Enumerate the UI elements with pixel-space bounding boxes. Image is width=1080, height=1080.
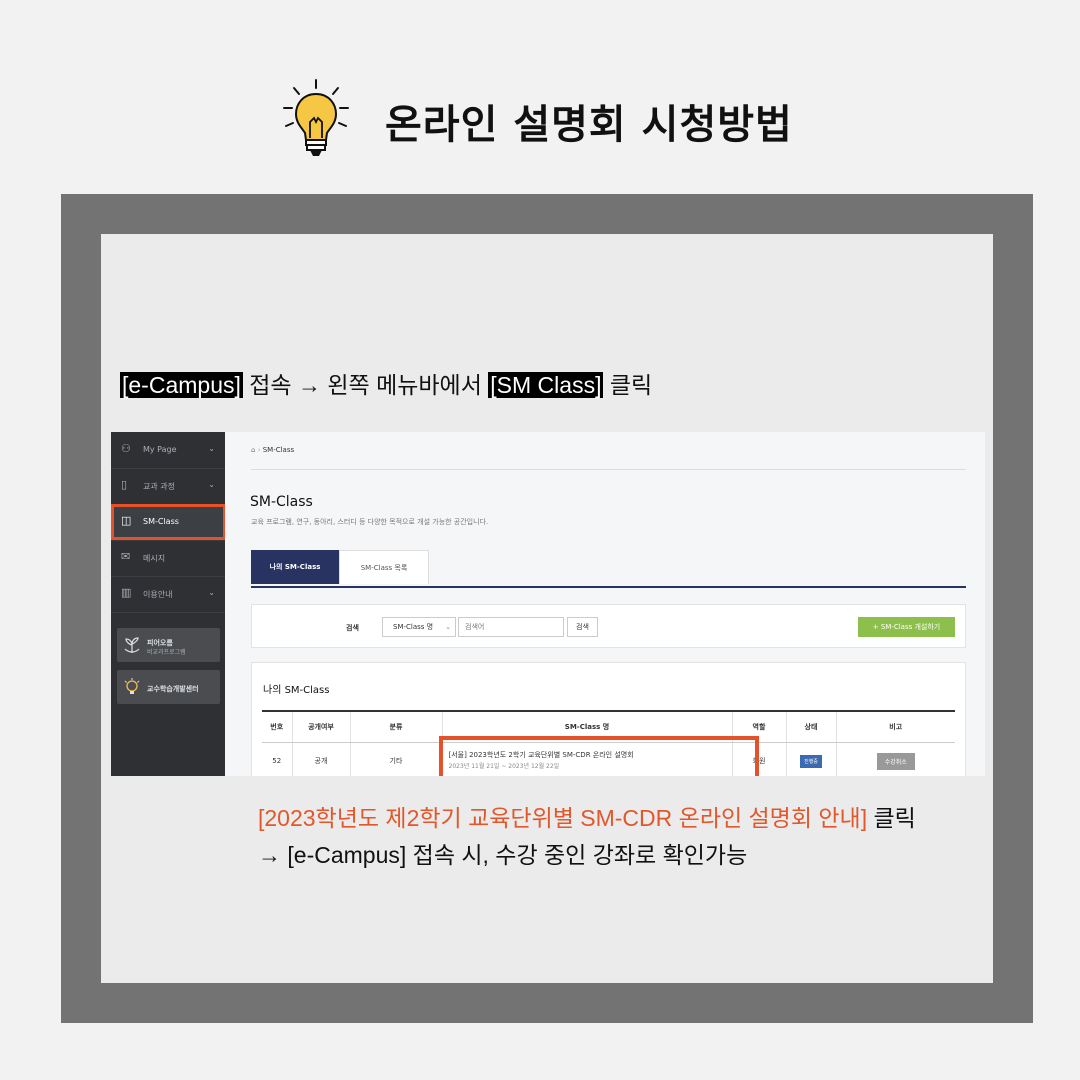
create-smclass-button[interactable]: + SM-Class 개설하기: [858, 617, 955, 637]
home-icon[interactable]: ⌂: [251, 446, 255, 454]
list-title: 나의 SM-Class: [263, 685, 330, 696]
tab-bar: 나의 SM-Class SM-Class 목록: [251, 550, 966, 588]
status-badge: 진행중: [800, 754, 822, 768]
cell-public: 공개: [291, 742, 350, 776]
sidebar-item-mypage[interactable]: ⚇ My Page ⌄: [111, 432, 225, 469]
column-header: 번호: [262, 710, 292, 743]
step1-mid-text: 접속 → 왼쪽 메뉴바에서: [242, 372, 489, 398]
section-heading: SM-Class: [250, 494, 313, 510]
book-icon: ▯: [121, 478, 128, 491]
chevron-down-icon: ⌄: [208, 588, 215, 597]
smclass-highlight: [SM Class]: [488, 372, 604, 398]
lightbulb-icon: [283, 79, 349, 156]
search-panel: 검색 SM-Class 명 ⌄ 검색 + SM-Class 개설하기: [251, 604, 966, 648]
tab-my-smclass[interactable]: 나의 SM-Class: [251, 550, 339, 584]
search-label: 검색: [346, 624, 359, 632]
chevron-down-icon: ⌄: [208, 444, 215, 453]
banner-title: 교수학습개발센터: [147, 685, 199, 693]
content-card: [e-Campus] 접속 → 왼쪽 메뉴바에서 [SM Class] 클릭 ⚇…: [101, 234, 993, 983]
search-button[interactable]: 검색: [567, 617, 598, 637]
banner-peer[interactable]: 피어오름 비교과프로그램: [117, 628, 220, 662]
breadcrumb: ⌂ › SM-Class: [251, 446, 294, 454]
sprout-icon: [124, 637, 140, 653]
divider: [251, 469, 966, 470]
gray-frame: [e-Campus] 접속 → 왼쪽 메뉴바에서 [SM Class] 클릭 ⚇…: [61, 194, 1033, 1023]
search-input[interactable]: [458, 617, 564, 637]
sidebar: ⚇ My Page ⌄ ▯ 교과 과정 ⌄ ◫ SM-Class ✉ 메시지 ▥…: [111, 432, 225, 776]
cell-status: 진행중: [785, 742, 836, 776]
step1-end-text: 클릭: [603, 372, 653, 398]
sidebar-item-courses[interactable]: ▯ 교과 과정 ⌄: [111, 468, 225, 505]
bulb-small-icon: [124, 678, 140, 694]
sidebar-item-messages[interactable]: ✉ 메시지: [111, 540, 225, 577]
column-header: 비고: [835, 710, 955, 743]
sidebar-item-guide[interactable]: ▥ 이용안내 ⌄: [111, 576, 225, 613]
mail-icon: ✉: [121, 550, 131, 563]
select-value: SM-Class 명: [393, 623, 434, 631]
sidebar-item-label: My Page: [143, 445, 177, 454]
page-title: 온라인 설명회 시청방법: [385, 102, 793, 148]
banner-subtitle: 비교과프로그램: [147, 649, 186, 656]
user-icon: ⚇: [121, 442, 131, 455]
column-header: 상태: [785, 710, 836, 743]
sidebar-item-label: 이용안내: [143, 590, 173, 599]
column-header: 공개여부: [291, 710, 350, 743]
seminar-highlight: [2023학년도 제2학기 교육단위별 SM-CDR 온라인 설명회 안내]: [258, 805, 868, 831]
cell-note: 수강취소: [835, 742, 955, 776]
section-description: 교육 프로그램, 연구, 동아리, 스터디 등 다양한 목적으로 개설 가능한 …: [251, 518, 489, 526]
step2-click-text: 클릭: [867, 805, 916, 831]
sidebar-item-label: 메시지: [143, 554, 166, 563]
chevron-down-icon: ⌄: [445, 623, 451, 631]
map-icon: ▥: [121, 586, 132, 599]
ecampus-highlight: [e-Campus]: [120, 372, 243, 398]
main-content: ⌂ › SM-Class SM-Class 교육 프로그램, 연구, 동아리, …: [225, 432, 985, 776]
step2-instruction: [2023학년도 제2학기 교육단위별 SM-CDR 온라인 설명회 안내] 클…: [258, 800, 916, 874]
highlight-box-sidebar: [111, 504, 226, 540]
sidebar-item-label: 교과 과정: [143, 482, 175, 491]
step2-line1: [2023학년도 제2학기 교육단위별 SM-CDR 온라인 설명회 안내] 클…: [258, 800, 916, 837]
column-header: 분류: [349, 710, 442, 743]
search-type-select[interactable]: SM-Class 명 ⌄: [382, 617, 456, 637]
breadcrumb-current: SM-Class: [262, 446, 295, 454]
step2-line2: → [e-Campus] 접속 시, 수강 중인 강좌로 확인가능: [258, 842, 748, 868]
header: 온라인 설명회 시청방법: [0, 70, 1080, 190]
cell-category: 기타: [349, 742, 442, 776]
cancel-enrollment-button[interactable]: 수강취소: [876, 752, 915, 770]
highlight-box-row: [439, 736, 759, 776]
step1-instruction: [e-Campus] 접속 → 왼쪽 메뉴바에서 [SM Class] 클릭: [120, 366, 652, 400]
tab-smclass-list[interactable]: SM-Class 목록: [339, 550, 429, 584]
chevron-down-icon: ⌄: [208, 480, 215, 489]
banner-ctl[interactable]: 교수학습개발센터: [117, 670, 220, 704]
cell-no: 52: [262, 742, 292, 776]
ecampus-screenshot: ⚇ My Page ⌄ ▯ 교과 과정 ⌄ ◫ SM-Class ✉ 메시지 ▥…: [111, 432, 985, 776]
